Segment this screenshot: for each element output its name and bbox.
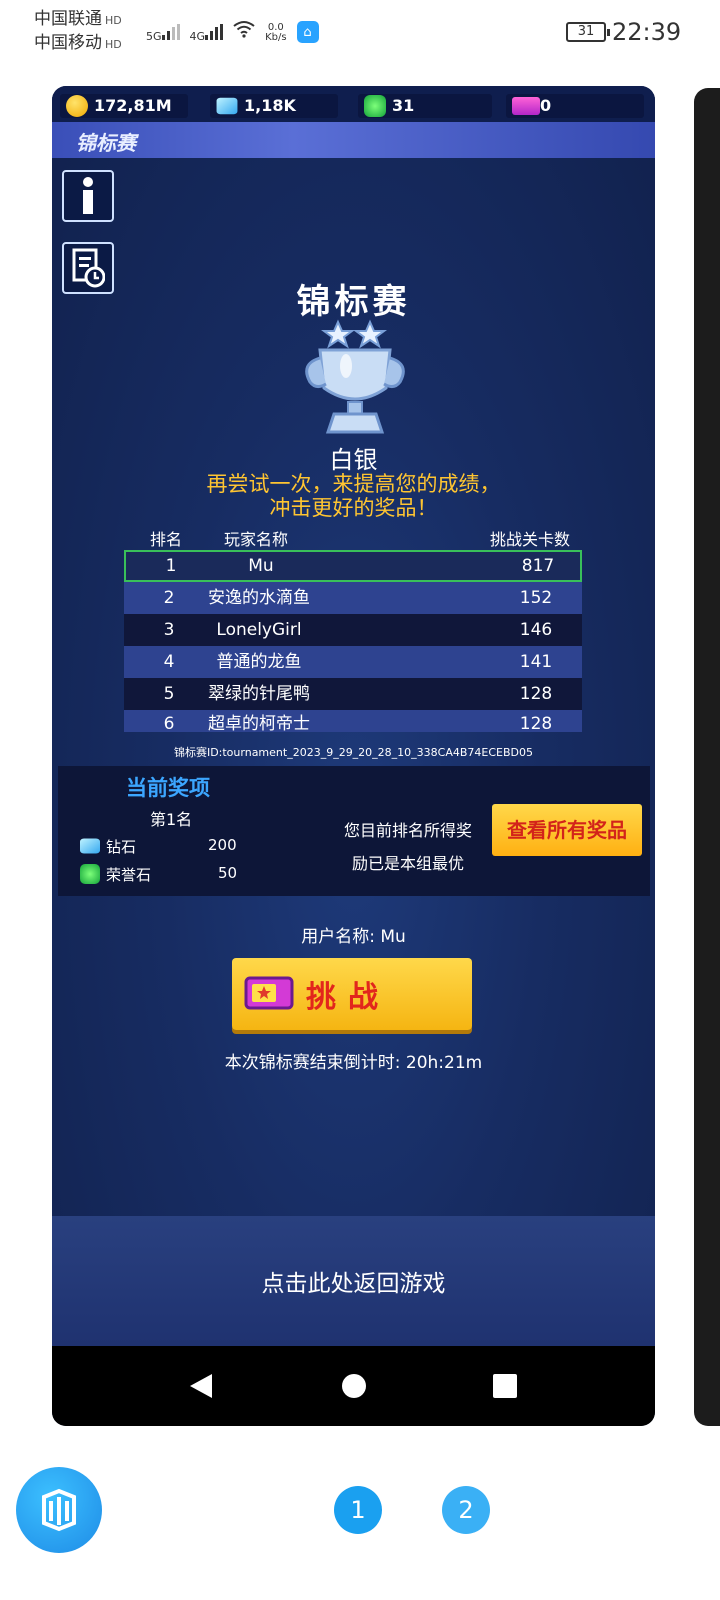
rewards-note: 您目前排名所得奖 励已是本组最优	[343, 821, 472, 873]
rewards-title: 当前奖项	[126, 776, 210, 800]
info-icon	[83, 177, 93, 214]
tournament-id: 锦标赛ID:tournament_2023_9_29_20_28_10_338C…	[173, 746, 534, 759]
tickets-counter: 0	[506, 94, 644, 118]
col-score: 挑战关卡数	[490, 530, 571, 549]
title-strip: 锦标赛	[52, 122, 655, 158]
reward-amount: 50	[218, 864, 238, 882]
return-to-game-button[interactable]: 点击此处返回游戏	[52, 1216, 655, 1346]
battery-icon: 31	[566, 22, 610, 42]
launcher-icon[interactable]	[16, 1467, 102, 1553]
table-row[interactable]: 4 普通的龙鱼 141	[124, 646, 582, 678]
col-rank: 排名	[150, 530, 183, 549]
table-row[interactable]: 1 Mu 817	[124, 550, 582, 582]
signal-4g-icon: 4G	[190, 24, 224, 43]
table-row[interactable]: 5 翠绿的针尾鸭 128	[124, 678, 582, 710]
app-notification-icon: ⌂	[296, 21, 319, 43]
back-nav-icon[interactable]	[188, 1372, 214, 1400]
home-nav-icon[interactable]	[341, 1372, 367, 1400]
diamond-icon	[80, 838, 100, 854]
page-indicator-1[interactable]: 1	[334, 1486, 382, 1534]
reward-amount: 200	[208, 836, 237, 854]
coin-icon	[66, 95, 88, 117]
table-row[interactable]: 3 LonelyGirl 146	[124, 614, 582, 646]
coins-counter: 172,81M	[60, 94, 188, 118]
cube-icon	[42, 1488, 76, 1532]
col-name: 玩家名称	[224, 530, 289, 549]
diamonds-counter: 1,18K	[210, 94, 338, 118]
carrier-2: 中国移动	[34, 33, 102, 53]
honor-counter: 31	[358, 94, 492, 118]
challenge-button[interactable]: 挑战	[232, 958, 472, 1030]
rewards-rank: 第1名	[150, 810, 193, 829]
table-row[interactable]: 6 超卓的柯帝士 128	[124, 710, 582, 732]
page-indicator-2[interactable]: 2	[442, 1486, 490, 1534]
username-label: 用户名称: Mu	[301, 927, 406, 947]
reward-item: 钻石	[80, 836, 136, 857]
countdown-text: 本次锦标赛结束倒计时: 20h:21m	[224, 1053, 483, 1073]
info-button[interactable]	[62, 170, 114, 222]
resource-bar: 172,81M 1,18K 31 0	[52, 86, 655, 122]
leaderboard-header: 排名 玩家名称 挑战关卡数	[124, 526, 584, 549]
ticket-icon	[244, 976, 294, 1010]
ticket-icon	[512, 97, 540, 115]
signal-5g-icon: 5G	[146, 24, 180, 43]
net-speed: 0.0 Kb/s	[265, 22, 287, 43]
leaderboard[interactable]: 1 Mu 817 2 安逸的水滴鱼 152 3 LonelyGirl 146 4 普通的龙鱼 1…	[124, 550, 582, 732]
signal-icons: 5G 4G 0.0 Kb/s ⌂	[146, 20, 319, 43]
diamond-icon	[216, 97, 238, 115]
table-row[interactable]: 2 安逸的水滴鱼 152	[124, 582, 582, 614]
wifi-icon	[233, 20, 255, 43]
tournament-title: 锦标赛	[296, 282, 411, 322]
navigation-bar	[52, 1346, 655, 1426]
honor-stone-icon	[364, 95, 386, 117]
clock: 22:39	[612, 18, 682, 46]
game-window: 172,81M 1,18K 31 0 锦标赛 锦标赛 白银 再尝试一次，来提高您…	[52, 86, 655, 1426]
adjacent-task-card[interactable]	[694, 88, 720, 1426]
tier-label: 白银	[329, 446, 378, 474]
recents-nav-icon[interactable]	[492, 1372, 518, 1400]
carrier-1: 中国联通	[34, 9, 102, 29]
carrier-info: 中国联通 HD 中国移动 HD	[34, 9, 122, 53]
honor-stone-icon	[80, 864, 100, 884]
silver-trophy-icon	[305, 319, 405, 434]
encourage-message: 再尝试一次，来提高您的成绩，冲击更好的奖品！	[206, 472, 501, 520]
status-bar: 中国联通 HD 中国移动 HD 5G 4G 0.0 Kb/s ⌂ 31 22:39	[0, 0, 720, 66]
header-title: 锦标赛	[76, 131, 136, 155]
view-all-rewards-button[interactable]: 查看所有奖品	[492, 804, 642, 856]
reward-item: 荣誉石	[80, 864, 151, 885]
